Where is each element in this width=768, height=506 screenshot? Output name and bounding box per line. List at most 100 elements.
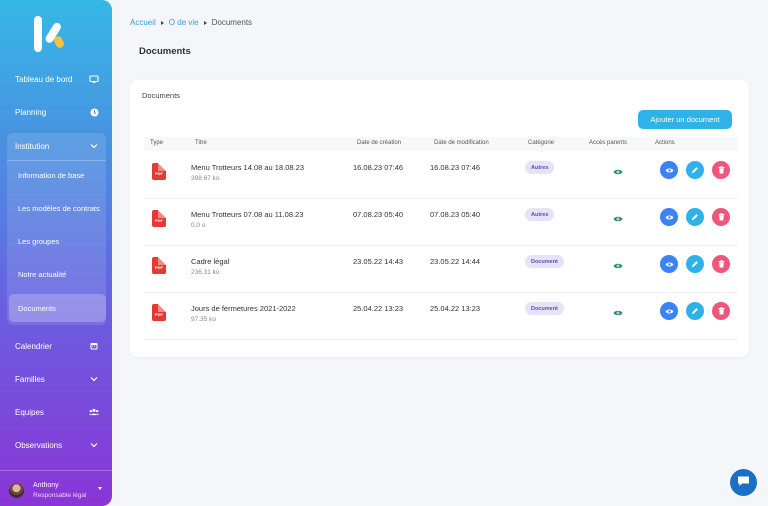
sidebar-subitem-groupes[interactable]: Les groupes: [9, 227, 106, 255]
category-badge: Document: [525, 255, 564, 268]
modified-date: 23.05.22 14:44: [430, 257, 481, 266]
view-button[interactable]: [660, 208, 678, 226]
pencil-icon: [691, 208, 699, 226]
sidebar-item-familles[interactable]: Familles: [8, 366, 106, 392]
sidebar-item-label: Institution: [15, 141, 50, 151]
sidebar-subitem-label: Les groupes: [18, 236, 60, 246]
sidebar-subitem-label: Information de base: [18, 170, 85, 180]
sidebar-item-observations[interactable]: Observations: [8, 432, 106, 458]
chevron-down-icon: [89, 374, 99, 384]
caret-down-icon: [98, 487, 102, 490]
delete-button[interactable]: [712, 161, 730, 179]
document-size: 0.0 o: [191, 222, 206, 229]
column-header-created: Date de création: [357, 140, 402, 146]
parent-access-eye-icon: [613, 257, 623, 269]
clock-icon: [89, 107, 99, 117]
user-menu[interactable]: Anthony Responsable légal: [0, 470, 112, 506]
document-title[interactable]: Cadre légal: [191, 257, 229, 266]
pencil-icon: [691, 161, 699, 179]
created-date: 23.05.22 14:43: [353, 257, 404, 266]
view-button[interactable]: [660, 161, 678, 179]
add-document-button[interactable]: Ajouter un document: [638, 110, 732, 129]
sidebar-subitem-actualite[interactable]: Notre actualité: [9, 260, 106, 288]
user-role: Responsable légal: [33, 492, 87, 499]
edit-button[interactable]: [686, 302, 704, 320]
page-title: Documents: [139, 46, 191, 57]
parent-access-eye-icon: [613, 210, 623, 222]
sidebar: Tableau de bord Planning Institution Inf…: [0, 0, 112, 506]
sidebar-item-label: Calendrier: [15, 341, 52, 351]
sidebar-item-calendrier[interactable]: Calendrier: [8, 333, 106, 359]
avatar: [9, 483, 24, 498]
column-header-category: Catégorie: [528, 140, 555, 146]
modified-date: 07.08.23 05:40: [430, 210, 481, 219]
breadcrumb-parent[interactable]: O de vie: [169, 18, 199, 27]
app-logo[interactable]: [34, 16, 70, 56]
document-title[interactable]: Menu Trotteurs 07.08 au 11.08.23: [191, 210, 303, 219]
trash-icon: [718, 208, 725, 226]
edit-button[interactable]: [686, 208, 704, 226]
sidebar-subitem-information-de-base[interactable]: Information de base: [9, 161, 106, 189]
column-header-parent-access: Accès parents: [589, 140, 628, 146]
breadcrumb-separator-icon: [160, 20, 164, 25]
monitor-icon: [89, 74, 99, 84]
delete-button[interactable]: [712, 302, 730, 320]
pencil-icon: [691, 255, 699, 273]
category-badge: Document: [525, 302, 564, 315]
chat-icon: [737, 474, 750, 492]
created-date: 07.08.23 05:40: [353, 210, 404, 219]
parent-access-eye-icon: [613, 163, 623, 175]
chevron-down-icon: [89, 440, 99, 450]
sidebar-item-tableau-de-bord[interactable]: Tableau de bord: [8, 66, 106, 92]
trash-icon: [718, 161, 725, 179]
category-badge: Autres: [525, 161, 555, 174]
created-date: 25.04.22 13:23: [353, 304, 404, 313]
sidebar-subitem-label: Documents: [18, 303, 56, 313]
breadcrumb-home[interactable]: Accueil: [130, 18, 156, 27]
document-title[interactable]: Jours de fermetures 2021-2022: [191, 304, 296, 313]
modified-date: 16.08.23 07:46: [430, 163, 481, 172]
view-button[interactable]: [660, 255, 678, 273]
sidebar-subitem-label: Notre actualité: [18, 269, 67, 279]
document-size: 398.67 ko: [191, 175, 220, 182]
eye-icon: [665, 255, 674, 273]
table-row: PDF Menu Trotteurs 07.08 au 11.08.23 0.0 o…: [144, 199, 738, 246]
modified-date: 25.04.22 13:23: [430, 304, 481, 313]
sidebar-subitem-documents[interactable]: Documents: [9, 294, 106, 322]
sidebar-item-equipes[interactable]: Equipes: [8, 399, 106, 425]
users-icon: [89, 407, 99, 417]
chat-button[interactable]: [730, 469, 757, 496]
pdf-file-icon: PDF: [152, 304, 166, 321]
calendar-icon: [89, 341, 99, 351]
sidebar-item-institution[interactable]: Institution: [7, 133, 106, 159]
trash-icon: [718, 302, 725, 320]
column-header-actions: Actions: [655, 140, 675, 146]
breadcrumb-current: Documents: [211, 18, 253, 27]
card-title: Documents: [142, 91, 180, 100]
table-row: PDF Cadre légal 236.31 ko 23.05.22 14:43 23.…: [144, 246, 738, 293]
sidebar-subitem-modeles-de-contrats[interactable]: Les modèles de contrats: [9, 194, 106, 222]
pdf-file-icon: PDF: [152, 163, 166, 180]
edit-button[interactable]: [686, 255, 704, 273]
breadcrumb: Accueil O de vie Documents: [130, 18, 252, 27]
sidebar-item-label: Observations: [15, 440, 63, 450]
eye-icon: [665, 208, 674, 226]
pdf-file-icon: PDF: [152, 210, 166, 227]
sidebar-item-planning[interactable]: Planning: [8, 99, 106, 125]
column-header-type: Type: [150, 140, 164, 146]
document-title[interactable]: Menu Trotteurs 14.08 au 18.08.23: [191, 163, 304, 172]
sidebar-item-label: Equipes: [15, 407, 44, 417]
eye-icon: [665, 161, 674, 179]
delete-button[interactable]: [712, 255, 730, 273]
edit-button[interactable]: [686, 161, 704, 179]
table-row: PDF Jours de fermetures 2021-2022 97.35 ko…: [144, 293, 738, 340]
parent-access-eye-icon: [613, 304, 623, 316]
sidebar-group-institution: Institution Information de base Les modè…: [7, 133, 106, 325]
chevron-up-icon: [90, 142, 98, 151]
view-button[interactable]: [660, 302, 678, 320]
table-header: Type Titre Date de création Date de modi…: [144, 137, 738, 151]
sidebar-item-label: Planning: [15, 107, 47, 117]
breadcrumb-separator-icon: [203, 20, 207, 25]
delete-button[interactable]: [712, 208, 730, 226]
sidebar-subitem-label: Les modèles de contrats: [18, 203, 100, 213]
